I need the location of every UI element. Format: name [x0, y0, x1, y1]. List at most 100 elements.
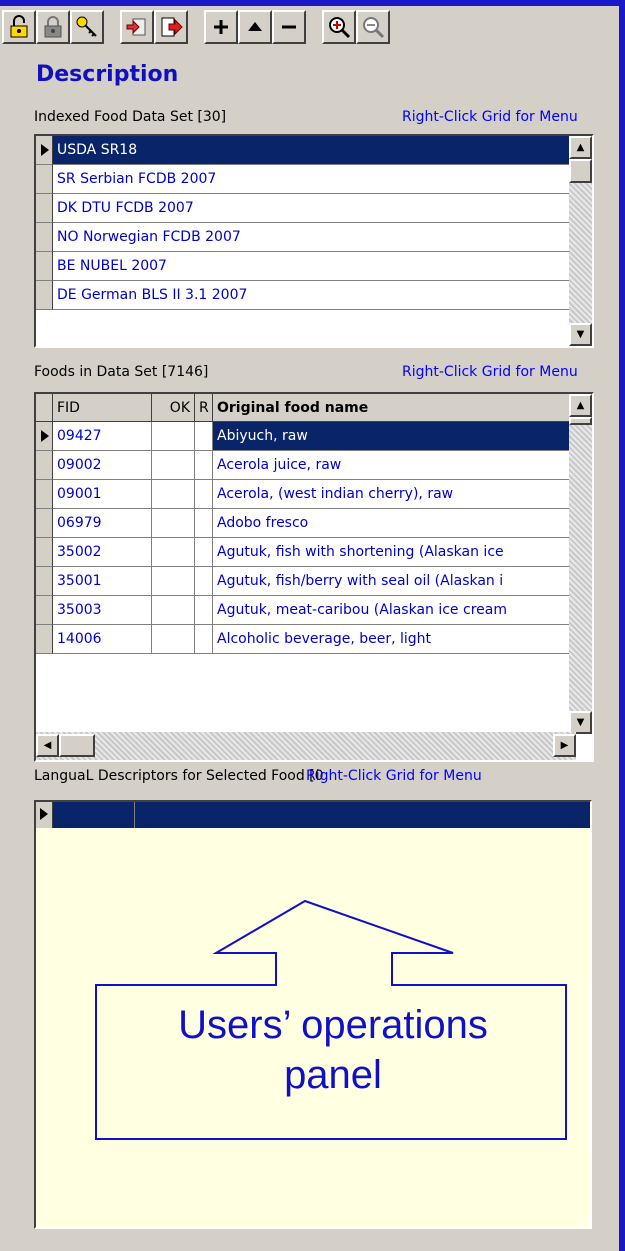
scroll-left-button[interactable]: ◀ — [36, 734, 59, 757]
remove-icon[interactable] — [272, 10, 306, 44]
food-row[interactable]: 09427 Abiyuch, raw — [36, 422, 573, 451]
column-header-fid[interactable]: FID — [53, 394, 152, 422]
r-cell[interactable] — [195, 509, 213, 537]
food-row[interactable]: 35003 Agutuk, meat-caribou (Alaskan ice c… — [36, 596, 573, 625]
r-cell[interactable] — [195, 451, 213, 479]
r-cell[interactable] — [195, 596, 213, 624]
scroll-down-button[interactable]: ▼ — [569, 711, 592, 734]
food-name-cell[interactable]: Adobo fresco — [213, 509, 573, 537]
food-row[interactable]: 06979 Adobo fresco — [36, 509, 573, 538]
food-row[interactable]: 09002 Acerola juice, raw — [36, 451, 573, 480]
food-row[interactable]: 35002 Agutuk, fish with shortening (Alask… — [36, 538, 573, 567]
row-indicator[interactable] — [36, 480, 53, 509]
datasets-scrollbar[interactable]: ▲ ▼ — [569, 136, 592, 346]
fid-cell[interactable]: 35002 — [53, 538, 152, 566]
row-indicator[interactable] — [36, 567, 53, 596]
datasets-menu-hint: Right-Click Grid for Menu — [402, 109, 578, 125]
dataset-row[interactable]: BE NUBEL 2007 — [36, 252, 569, 281]
food-name-cell[interactable]: Agutuk, fish with shortening (Alaskan ic… — [213, 538, 573, 566]
dataset-name-cell[interactable]: DE German BLS II 3.1 2007 — [53, 281, 569, 309]
fid-cell[interactable]: 09427 — [53, 422, 152, 450]
scroll-down-button[interactable]: ▼ — [569, 323, 592, 346]
row-indicator[interactable] — [36, 509, 53, 538]
dataset-row[interactable]: SR Serbian FCDB 2007 — [36, 165, 569, 194]
food-name-cell[interactable]: Agutuk, fish/berry with seal oil (Alaska… — [213, 567, 573, 595]
dataset-name-cell[interactable]: USDA SR18 — [53, 136, 569, 164]
row-indicator[interactable] — [36, 223, 53, 252]
langual-selected-row[interactable] — [36, 802, 590, 828]
row-indicator[interactable] — [36, 596, 53, 625]
lock-closed-icon[interactable] — [36, 10, 70, 44]
scroll-up-button[interactable]: ▲ — [569, 136, 592, 159]
row-indicator[interactable] — [36, 252, 53, 281]
copy-record-icon[interactable] — [120, 10, 154, 44]
row-indicator[interactable] — [36, 281, 53, 310]
ok-cell[interactable] — [152, 567, 195, 595]
r-cell[interactable] — [195, 422, 213, 450]
row-indicator[interactable] — [36, 194, 53, 223]
zoom-in-icon[interactable] — [322, 10, 356, 44]
dataset-row[interactable]: DE German BLS II 3.1 2007 — [36, 281, 569, 310]
langual-label: LanguaL Descriptors for Selected Food [0 — [34, 768, 324, 784]
ok-cell[interactable] — [152, 451, 195, 479]
column-header-ok[interactable]: OK — [152, 394, 195, 422]
section-title: Description — [36, 62, 179, 87]
foods-vertical-scrollbar[interactable]: ▲ ▼ — [569, 394, 592, 734]
lock-open-icon[interactable] — [2, 10, 36, 44]
ok-cell[interactable] — [152, 422, 195, 450]
dataset-row[interactable]: DK DTU FCDB 2007 — [36, 194, 569, 223]
fid-cell[interactable]: 09002 — [53, 451, 152, 479]
food-name-cell[interactable]: Agutuk, meat-caribou (Alaskan ice cream — [213, 596, 573, 624]
export-record-icon[interactable] — [154, 10, 188, 44]
datasets-label: Indexed Food Data Set [30] — [34, 109, 227, 125]
r-cell[interactable] — [195, 625, 213, 653]
dataset-row[interactable]: NO Norwegian FCDB 2007 — [36, 223, 569, 252]
row-indicator[interactable] — [36, 538, 53, 567]
row-indicator[interactable] — [36, 422, 53, 451]
ok-cell[interactable] — [152, 538, 195, 566]
row-indicator[interactable] — [36, 136, 53, 165]
row-indicator[interactable] — [36, 451, 53, 480]
fid-cell[interactable]: 06979 — [53, 509, 152, 537]
scroll-thumb[interactable] — [569, 417, 592, 425]
food-row[interactable]: 14006 Alcoholic beverage, beer, light — [36, 625, 573, 654]
column-header-food-name[interactable]: Original food name — [213, 394, 573, 422]
food-name-cell[interactable]: Alcoholic beverage, beer, light — [213, 625, 573, 653]
ok-cell[interactable] — [152, 596, 195, 624]
foods-grid[interactable]: 14006 Alcoholic beverage, beer, light 3500… — [34, 392, 594, 762]
scroll-up-button[interactable]: ▲ — [569, 394, 592, 417]
food-name-cell[interactable]: Acerola juice, raw — [213, 451, 573, 479]
scroll-right-button[interactable]: ▶ — [553, 734, 576, 757]
dataset-name-cell[interactable]: BE NUBEL 2007 — [53, 252, 569, 280]
ok-cell[interactable] — [152, 509, 195, 537]
food-row[interactable]: 35001 Agutuk, fish/berry with seal oil (A… — [36, 567, 573, 596]
fid-cell[interactable]: 09001 — [53, 480, 152, 508]
foods-horizontal-scrollbar[interactable]: ◀ ▶ — [36, 732, 576, 760]
scroll-thumb[interactable] — [569, 159, 592, 183]
row-indicator[interactable] — [36, 625, 53, 654]
key-icon[interactable] — [70, 10, 104, 44]
dataset-name-cell[interactable]: SR Serbian FCDB 2007 — [53, 165, 569, 193]
fid-cell[interactable]: 35003 — [53, 596, 152, 624]
r-cell[interactable] — [195, 480, 213, 508]
move-up-icon[interactable] — [238, 10, 272, 44]
fid-cell[interactable]: 35001 — [53, 567, 152, 595]
ok-cell[interactable] — [152, 480, 195, 508]
r-cell[interactable] — [195, 567, 213, 595]
foods-label: Foods in Data Set [7146] — [34, 364, 209, 380]
food-row[interactable]: 09001 Acerola, (west indian cherry), raw — [36, 480, 573, 509]
food-name-cell[interactable]: Acerola, (west indian cherry), raw — [213, 480, 573, 508]
datasets-grid[interactable]: DE German BLS II 3.1 2007 BE NUBEL 2007 NO… — [34, 134, 594, 348]
dataset-name-cell[interactable]: NO Norwegian FCDB 2007 — [53, 223, 569, 251]
dataset-row[interactable]: USDA SR18 — [36, 136, 569, 165]
row-indicator[interactable] — [36, 165, 53, 194]
add-icon[interactable] — [204, 10, 238, 44]
column-header-r[interactable]: R — [195, 394, 213, 422]
food-name-cell[interactable]: Abiyuch, raw — [213, 422, 573, 450]
zoom-out-icon[interactable] — [356, 10, 390, 44]
fid-cell[interactable]: 14006 — [53, 625, 152, 653]
scroll-thumb[interactable] — [59, 734, 95, 757]
ok-cell[interactable] — [152, 625, 195, 653]
dataset-name-cell[interactable]: DK DTU FCDB 2007 — [53, 194, 569, 222]
r-cell[interactable] — [195, 538, 213, 566]
